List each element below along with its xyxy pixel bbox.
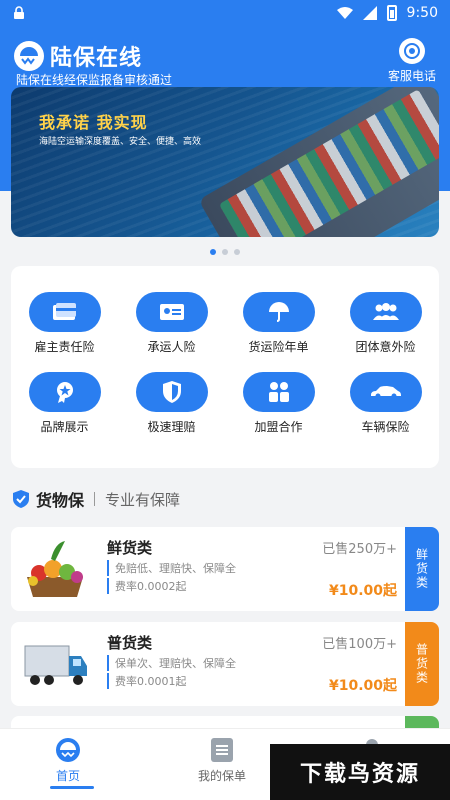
document-icon <box>211 738 233 762</box>
product-name: 鲜货类 <box>107 539 153 557</box>
wifi-icon <box>336 7 353 19</box>
carousel-dot[interactable] <box>222 249 228 255</box>
service-label: 货运险年单 <box>248 340 309 354</box>
home-umbrella-icon <box>56 738 80 762</box>
customer-service-button[interactable]: 客服电话 <box>388 38 436 84</box>
headset-icon <box>398 38 425 64</box>
customer-service-label: 客服电话 <box>387 69 436 83</box>
service-brand[interactable]: 品牌展示 <box>11 372 118 435</box>
id-card-icon <box>135 292 208 332</box>
service-label: 加盟合作 <box>254 420 303 434</box>
service-fast-claim[interactable]: 极速理赔 <box>118 372 225 435</box>
brand: 陆保在线 <box>14 40 142 72</box>
service-label: 品牌展示 <box>40 420 89 434</box>
carousel-indicator <box>0 249 450 255</box>
product-tag[interactable]: 鲜货类 <box>405 527 439 611</box>
promo-banner[interactable]: 我承诺 我实现 海陆空运输深度覆盖、安全、便捷、高效 <box>11 87 439 237</box>
product-price: ¥10.00起 <box>328 678 397 694</box>
product-rate: 费率0.0001起 <box>107 673 187 689</box>
banner-tagline: 海陆空运输深度覆盖、安全、便捷、高效 <box>39 137 202 147</box>
cell-signal-icon <box>362 6 377 20</box>
service-label: 团体意外险 <box>355 340 416 354</box>
app-title: 陆保在线 <box>50 46 143 71</box>
app-subtitle: 陆保在线经保监报备审核通过 <box>16 73 173 87</box>
active-tab-indicator <box>50 786 94 789</box>
section-title: 货物保 <box>36 491 85 510</box>
lock-icon <box>14 6 24 19</box>
shield-icon <box>135 372 208 412</box>
truck-image <box>24 645 87 685</box>
logo-icon <box>14 41 44 71</box>
watermark: 下载鸟资源 <box>270 744 450 800</box>
product-card-general[interactable]: 普货类 已售100万+ 保单次、理赔快、保障全 费率0.0001起 ¥10.00… <box>11 622 439 706</box>
battery-icon <box>386 5 397 21</box>
section-subtitle: 专业有保障 <box>105 490 181 509</box>
service-cargo-annual[interactable]: 货运险年单 <box>225 292 332 355</box>
product-rate: 费率0.0002起 <box>107 578 187 594</box>
section-divider <box>94 492 96 506</box>
product-feature: 保单次、理赔快、保障全 <box>107 655 236 671</box>
group-icon <box>349 292 422 332</box>
product-sold-count: 已售250万+ <box>322 542 397 557</box>
product-feature: 免赔低、理赔快、保障全 <box>107 560 236 576</box>
carousel-dot[interactable] <box>234 249 240 255</box>
shield-hand-icon <box>13 490 29 508</box>
product-name: 普货类 <box>107 634 153 652</box>
service-carrier[interactable]: 承运人险 <box>118 292 225 355</box>
cargo-section-header: 货物保 专业有保障 <box>12 487 180 511</box>
fresh-produce-image <box>27 541 83 597</box>
product-sold-count: 已售100万+ <box>322 637 397 652</box>
nav-home[interactable]: 首页 <box>55 737 81 784</box>
service-vehicle[interactable]: 车辆保险 <box>332 372 439 435</box>
umbrella-icon <box>242 292 315 332</box>
service-label: 车辆保险 <box>361 420 410 434</box>
badge-icon <box>28 372 101 412</box>
car-icon <box>349 372 422 412</box>
nav-my-policy-label: 我的保单 <box>198 769 247 783</box>
product-price: ¥10.00起 <box>328 583 397 599</box>
service-employer-liability[interactable]: 雇主责任险 <box>11 292 118 355</box>
status-bar: 9:50 <box>0 0 450 26</box>
partner-icon <box>242 372 315 412</box>
clock: 9:50 <box>406 5 438 21</box>
carousel-dot[interactable] <box>210 249 216 255</box>
product-card-fresh[interactable]: 鲜货类 已售250万+ 免赔低、理赔快、保障全 费率0.0002起 ¥10.00… <box>11 527 439 611</box>
service-group-accident[interactable]: 团体意外险 <box>332 292 439 355</box>
service-label: 极速理赔 <box>147 420 196 434</box>
banner-headline: 我承诺 我实现 <box>39 113 148 132</box>
service-label: 承运人险 <box>147 340 196 354</box>
product-tag[interactable]: 普货类 <box>405 622 439 706</box>
service-grid-card: 雇主责任险 承运人险 货运险年单 团体意外险 品牌展示 极速理赔 加盟合作 车辆… <box>11 266 439 468</box>
service-grid: 雇主责任险 承运人险 货运险年单 团体意外险 品牌展示 极速理赔 加盟合作 车辆… <box>11 292 439 435</box>
service-label: 雇主责任险 <box>34 340 95 354</box>
nav-home-label: 首页 <box>55 769 80 783</box>
nav-my-policy[interactable]: 我的保单 <box>198 737 246 784</box>
card-icon <box>28 292 101 332</box>
service-partnership[interactable]: 加盟合作 <box>225 372 332 435</box>
